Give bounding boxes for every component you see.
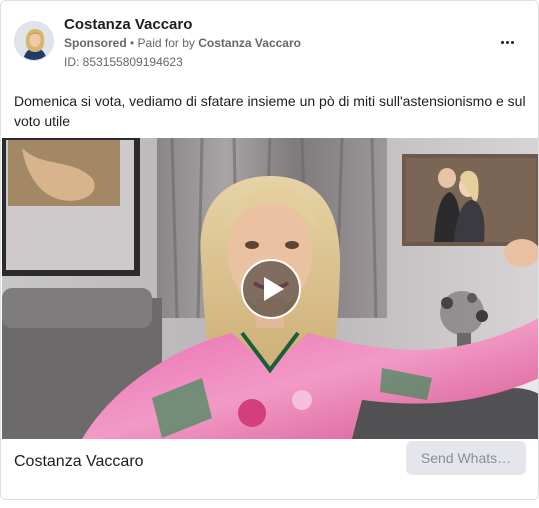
more-horizontal-icon: [500, 40, 515, 44]
paid-for-label: Paid for by: [137, 36, 199, 50]
ad-card: Costanza Vaccaro Sponsored • Paid for by…: [0, 0, 539, 500]
page-name[interactable]: Costanza Vaccaro: [64, 16, 192, 33]
video-thumbnail[interactable]: [2, 138, 538, 439]
send-whatsapp-button[interactable]: Send Whats…: [406, 441, 526, 475]
ad-body-text: Domenica si vota, vediamo di sfatare ins…: [14, 93, 526, 129]
footer-page-name: Costanza Vaccaro: [14, 453, 144, 470]
sponsored-label: Sponsored: [64, 36, 127, 50]
sponsored-line: Sponsored • Paid for by Costanza Vaccaro: [64, 36, 301, 50]
more-options-button[interactable]: [494, 29, 520, 55]
ad-id: ID: 853155809194623: [64, 55, 183, 69]
bullet-separator: •: [126, 36, 138, 50]
play-button[interactable]: [241, 259, 301, 319]
avatar[interactable]: [14, 21, 54, 61]
ad-header: Costanza Vaccaro Sponsored • Paid for by…: [1, 1, 538, 81]
paid-for-name: Costanza Vaccaro: [198, 36, 301, 50]
play-icon: [264, 277, 284, 301]
ad-footer: Costanza Vaccaro Send Whats…: [1, 439, 538, 499]
